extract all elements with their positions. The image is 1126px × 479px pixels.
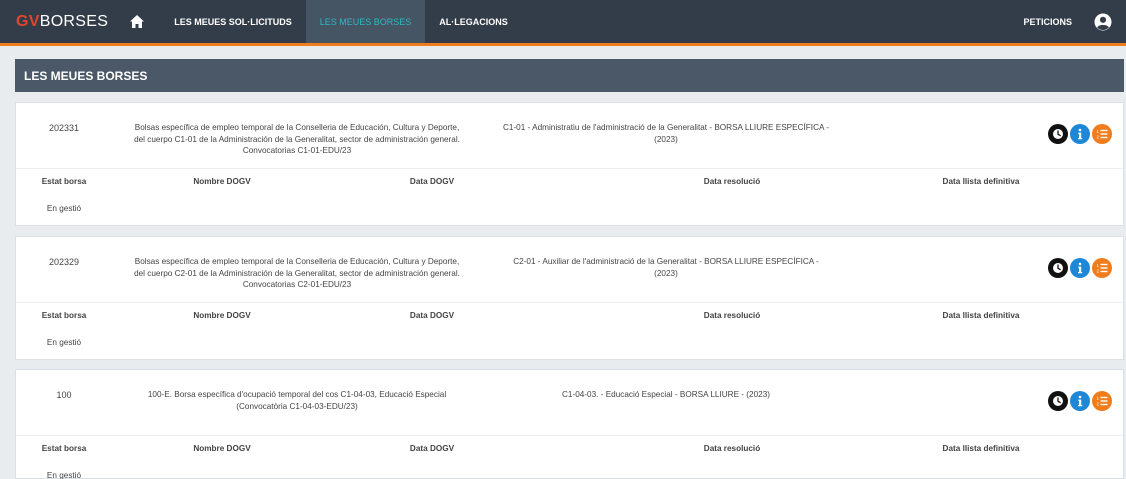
borsa-description-line: 100-E. Borsa específica d'ocupació tempo… — [147, 390, 447, 399]
label-data: Data DOGV — [409, 311, 455, 320]
borsa-code: 202331 — [48, 123, 80, 133]
top-navbar: GV BORSES LES MEUES SOL·LICITUDS LES MEUE… — [0, 0, 1126, 46]
clock-icon[interactable] — [1048, 391, 1068, 411]
svg-text:2: 2 — [1097, 135, 1100, 140]
borsa-card: 202329 Bolsas específica de empleo tempo… — [15, 236, 1124, 360]
borsa-field-values: En gestió — [16, 196, 1123, 223]
nav-item-sollicituds[interactable]: LES MEUES SOL·LICITUDS — [160, 0, 306, 43]
borsa-actions: 12 — [1048, 124, 1112, 144]
borsa-code: 202329 — [48, 257, 80, 267]
borsa-description-line: Convocatorias C2-01-EDU/23 — [242, 280, 352, 289]
list-icon[interactable]: 12 — [1092, 124, 1112, 144]
label-resolucio: Data resolució — [703, 444, 761, 453]
label-data: Data DOGV — [409, 177, 455, 186]
borsa-description-line: (Convocatòria C1-04-03-EDU/23) — [236, 401, 358, 411]
list-icon[interactable]: 12 — [1092, 391, 1112, 411]
info-icon[interactable] — [1070, 124, 1090, 144]
info-icon[interactable] — [1070, 391, 1090, 411]
borsa-description: 100-E. Borsa específica d'ocupació tempo… — [112, 389, 482, 412]
list-icon[interactable]: 12 — [1092, 258, 1112, 278]
borsa-description-line: del cuerpo C1-01 de la Administración de… — [134, 134, 460, 144]
home-icon[interactable] — [128, 13, 146, 31]
nav-item-borses[interactable]: LES MEUES BORSES — [305, 0, 426, 46]
borsa-actions: 12 — [1048, 391, 1112, 411]
value-estat: En gestió — [46, 204, 82, 213]
value-estat: En gestió — [46, 471, 82, 479]
borsa-title: C2-01 - Auxiliar de l'administració de l… — [486, 256, 846, 279]
borsa-field-labels: Estat borsa Nombre DOGV Data DOGV Data r… — [16, 169, 1123, 196]
label-estat: Estat borsa — [41, 311, 87, 320]
borsa-description: Bolsas específica de empleo temporal de … — [112, 256, 482, 291]
info-icon[interactable] — [1070, 258, 1090, 278]
section-header: LES MEUES BORSES — [15, 59, 1124, 92]
borsa-title: C1-01 - Administratiu de l'administració… — [486, 122, 846, 145]
svg-text:1: 1 — [1097, 263, 1100, 268]
borsa-title: C1-04-03. - Educació Especial - BORSA LL… — [486, 389, 846, 401]
label-resolucio: Data resolució — [703, 311, 761, 320]
borsa-card-header: 202329 Bolsas específica de empleo tempo… — [16, 237, 1123, 303]
nav-item-allegacions[interactable]: AL·LEGACIONS — [425, 0, 522, 43]
clock-icon[interactable] — [1048, 258, 1068, 278]
borsa-description-line: Convocatorias C1-01-EDU/23 — [242, 146, 352, 155]
svg-text:2: 2 — [1097, 402, 1100, 407]
label-llista: Data llista definitiva — [942, 444, 1020, 453]
borsa-card-header: 100 100-E. Borsa específica d'ocupació t… — [16, 370, 1123, 436]
label-llista: Data llista definitiva — [942, 177, 1020, 186]
borsa-field-values: En gestió — [16, 463, 1123, 479]
label-nombre: Nombre DOGV — [193, 444, 251, 453]
borsa-description-line: Bolsas específica de empleo temporal de … — [134, 257, 460, 266]
borsa-field-labels: Estat borsa Nombre DOGV Data DOGV Data r… — [16, 436, 1123, 463]
borsa-card: 100 100-E. Borsa específica d'ocupació t… — [15, 369, 1124, 479]
borsa-title-line: C2-01 - Auxiliar de l'administració de l… — [513, 257, 819, 266]
label-nombre: Nombre DOGV — [193, 177, 251, 186]
brand-prefix: GV — [16, 12, 40, 30]
borsa-field-labels: Estat borsa Nombre DOGV Data DOGV Data r… — [16, 303, 1123, 330]
nav-right: PETICIONS — [1023, 13, 1126, 31]
svg-text:2: 2 — [1097, 269, 1100, 274]
borsa-actions: 12 — [1048, 258, 1112, 278]
borsa-description-line: del cuerpo C2-01 de la Administración de… — [134, 268, 460, 278]
borsa-title-line: C1-04-03. - Educació Especial - BORSA LL… — [562, 390, 770, 399]
label-nombre: Nombre DOGV — [193, 311, 251, 320]
brand-suffix: BORSES — [39, 12, 109, 30]
borsa-card: 202331 Bolsas específica de empleo tempo… — [15, 102, 1124, 226]
peticions-link[interactable]: PETICIONS — [1023, 17, 1072, 27]
label-resolucio: Data resolució — [703, 177, 761, 186]
brand-logo[interactable]: GV BORSES — [16, 13, 108, 31]
svg-text:1: 1 — [1097, 396, 1100, 401]
label-estat: Estat borsa — [41, 177, 87, 186]
user-circle-icon[interactable] — [1094, 13, 1112, 31]
label-estat: Estat borsa — [41, 444, 87, 453]
borsa-description-line: Bolsas específica de empleo temporal de … — [134, 123, 460, 132]
borsa-title-line: (2023) — [654, 134, 678, 144]
borsa-description: Bolsas específica de empleo temporal de … — [112, 122, 482, 157]
svg-text:1: 1 — [1097, 129, 1100, 134]
borsa-title-line: (2023) — [654, 268, 678, 278]
borsa-title-line: C1-01 - Administratiu de l'administració… — [502, 123, 829, 132]
section-title: LES MEUES BORSES — [24, 68, 148, 83]
clock-icon[interactable] — [1048, 124, 1068, 144]
borsa-field-values: En gestió — [16, 330, 1123, 357]
borsa-code: 100 — [56, 390, 72, 400]
borsa-card-header: 202331 Bolsas específica de empleo tempo… — [16, 103, 1123, 169]
label-llista: Data llista definitiva — [942, 311, 1020, 320]
label-data: Data DOGV — [409, 444, 455, 453]
value-estat: En gestió — [46, 338, 82, 347]
